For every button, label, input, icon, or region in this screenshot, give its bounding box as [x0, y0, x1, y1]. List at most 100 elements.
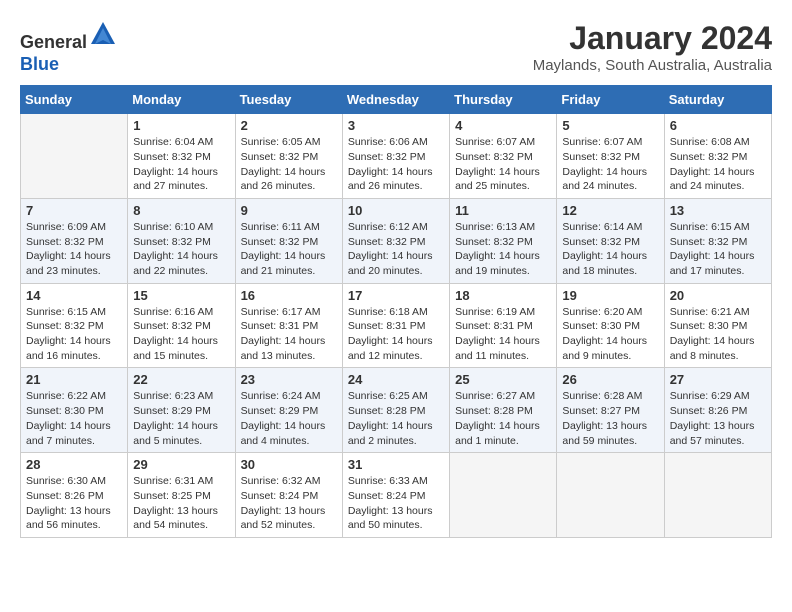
day-info: Sunrise: 6:28 AMSunset: 8:27 PMDaylight:… — [562, 389, 658, 448]
day-number: 25 — [455, 372, 551, 387]
day-number: 2 — [241, 118, 337, 133]
calendar-cell: 9 Sunrise: 6:11 AMSunset: 8:32 PMDayligh… — [235, 198, 342, 283]
calendar-week-5: 28 Sunrise: 6:30 AMSunset: 8:26 PMDaylig… — [21, 453, 772, 538]
day-info: Sunrise: 6:27 AMSunset: 8:28 PMDaylight:… — [455, 389, 551, 448]
day-number: 31 — [348, 457, 444, 472]
day-number: 10 — [348, 203, 444, 218]
calendar-cell: 18 Sunrise: 6:19 AMSunset: 8:31 PMDaylig… — [450, 283, 557, 368]
day-number: 21 — [26, 372, 122, 387]
calendar-cell: 13 Sunrise: 6:15 AMSunset: 8:32 PMDaylig… — [664, 198, 771, 283]
calendar-cell: 22 Sunrise: 6:23 AMSunset: 8:29 PMDaylig… — [128, 368, 235, 453]
day-number: 12 — [562, 203, 658, 218]
day-number: 9 — [241, 203, 337, 218]
calendar-cell: 15 Sunrise: 6:16 AMSunset: 8:32 PMDaylig… — [128, 283, 235, 368]
day-info: Sunrise: 6:19 AMSunset: 8:31 PMDaylight:… — [455, 305, 551, 364]
day-info: Sunrise: 6:09 AMSunset: 8:32 PMDaylight:… — [26, 220, 122, 279]
calendar-cell: 31 Sunrise: 6:33 AMSunset: 8:24 PMDaylig… — [342, 453, 449, 538]
calendar-cell: 23 Sunrise: 6:24 AMSunset: 8:29 PMDaylig… — [235, 368, 342, 453]
calendar-week-1: 1 Sunrise: 6:04 AMSunset: 8:32 PMDayligh… — [21, 114, 772, 199]
day-info: Sunrise: 6:06 AMSunset: 8:32 PMDaylight:… — [348, 135, 444, 194]
day-number: 7 — [26, 203, 122, 218]
calendar-cell: 30 Sunrise: 6:32 AMSunset: 8:24 PMDaylig… — [235, 453, 342, 538]
day-info: Sunrise: 6:31 AMSunset: 8:25 PMDaylight:… — [133, 474, 229, 533]
day-number: 17 — [348, 288, 444, 303]
logo-text: General Blue — [20, 20, 117, 75]
day-number: 22 — [133, 372, 229, 387]
day-number: 23 — [241, 372, 337, 387]
day-number: 11 — [455, 203, 551, 218]
logo: General Blue — [20, 20, 117, 75]
weekday-header-row: SundayMondayTuesdayWednesdayThursdayFrid… — [21, 86, 772, 114]
calendar-cell: 19 Sunrise: 6:20 AMSunset: 8:30 PMDaylig… — [557, 283, 664, 368]
day-number: 18 — [455, 288, 551, 303]
day-info: Sunrise: 6:23 AMSunset: 8:29 PMDaylight:… — [133, 389, 229, 448]
calendar-cell: 27 Sunrise: 6:29 AMSunset: 8:26 PMDaylig… — [664, 368, 771, 453]
day-info: Sunrise: 6:21 AMSunset: 8:30 PMDaylight:… — [670, 305, 766, 364]
calendar-body: 1 Sunrise: 6:04 AMSunset: 8:32 PMDayligh… — [21, 114, 772, 538]
calendar-cell: 7 Sunrise: 6:09 AMSunset: 8:32 PMDayligh… — [21, 198, 128, 283]
day-number: 15 — [133, 288, 229, 303]
day-info: Sunrise: 6:30 AMSunset: 8:26 PMDaylight:… — [26, 474, 122, 533]
day-info: Sunrise: 6:07 AMSunset: 8:32 PMDaylight:… — [562, 135, 658, 194]
calendar-cell: 11 Sunrise: 6:13 AMSunset: 8:32 PMDaylig… — [450, 198, 557, 283]
weekday-wednesday: Wednesday — [342, 86, 449, 114]
calendar-cell: 16 Sunrise: 6:17 AMSunset: 8:31 PMDaylig… — [235, 283, 342, 368]
day-info: Sunrise: 6:24 AMSunset: 8:29 PMDaylight:… — [241, 389, 337, 448]
day-info: Sunrise: 6:15 AMSunset: 8:32 PMDaylight:… — [670, 220, 766, 279]
day-info: Sunrise: 6:33 AMSunset: 8:24 PMDaylight:… — [348, 474, 444, 533]
day-info: Sunrise: 6:08 AMSunset: 8:32 PMDaylight:… — [670, 135, 766, 194]
day-number: 6 — [670, 118, 766, 133]
calendar-cell: 24 Sunrise: 6:25 AMSunset: 8:28 PMDaylig… — [342, 368, 449, 453]
calendar-table: SundayMondayTuesdayWednesdayThursdayFrid… — [20, 85, 772, 538]
calendar-cell — [557, 453, 664, 538]
day-number: 26 — [562, 372, 658, 387]
calendar-week-2: 7 Sunrise: 6:09 AMSunset: 8:32 PMDayligh… — [21, 198, 772, 283]
weekday-sunday: Sunday — [21, 86, 128, 114]
title-block: January 2024 Maylands, South Australia, … — [533, 20, 772, 74]
day-number: 30 — [241, 457, 337, 472]
calendar-cell: 25 Sunrise: 6:27 AMSunset: 8:28 PMDaylig… — [450, 368, 557, 453]
day-number: 5 — [562, 118, 658, 133]
calendar-cell: 8 Sunrise: 6:10 AMSunset: 8:32 PMDayligh… — [128, 198, 235, 283]
calendar-cell — [450, 453, 557, 538]
page-header: General Blue January 2024 Maylands, Sout… — [20, 20, 772, 75]
day-number: 28 — [26, 457, 122, 472]
calendar-cell: 6 Sunrise: 6:08 AMSunset: 8:32 PMDayligh… — [664, 114, 771, 199]
calendar-cell: 2 Sunrise: 6:05 AMSunset: 8:32 PMDayligh… — [235, 114, 342, 199]
logo-blue: Blue — [20, 54, 59, 74]
day-info: Sunrise: 6:04 AMSunset: 8:32 PMDaylight:… — [133, 135, 229, 194]
day-number: 13 — [670, 203, 766, 218]
day-info: Sunrise: 6:15 AMSunset: 8:32 PMDaylight:… — [26, 305, 122, 364]
day-info: Sunrise: 6:32 AMSunset: 8:24 PMDaylight:… — [241, 474, 337, 533]
weekday-saturday: Saturday — [664, 86, 771, 114]
calendar-cell — [664, 453, 771, 538]
calendar-cell: 26 Sunrise: 6:28 AMSunset: 8:27 PMDaylig… — [557, 368, 664, 453]
month-year: January 2024 — [533, 20, 772, 57]
day-number: 3 — [348, 118, 444, 133]
day-info: Sunrise: 6:11 AMSunset: 8:32 PMDaylight:… — [241, 220, 337, 279]
calendar-cell: 29 Sunrise: 6:31 AMSunset: 8:25 PMDaylig… — [128, 453, 235, 538]
location: Maylands, South Australia, Australia — [533, 57, 772, 74]
day-info: Sunrise: 6:10 AMSunset: 8:32 PMDaylight:… — [133, 220, 229, 279]
day-number: 1 — [133, 118, 229, 133]
day-info: Sunrise: 6:29 AMSunset: 8:26 PMDaylight:… — [670, 389, 766, 448]
day-number: 24 — [348, 372, 444, 387]
day-number: 19 — [562, 288, 658, 303]
weekday-monday: Monday — [128, 86, 235, 114]
day-info: Sunrise: 6:20 AMSunset: 8:30 PMDaylight:… — [562, 305, 658, 364]
calendar-cell: 12 Sunrise: 6:14 AMSunset: 8:32 PMDaylig… — [557, 198, 664, 283]
day-info: Sunrise: 6:12 AMSunset: 8:32 PMDaylight:… — [348, 220, 444, 279]
calendar-cell: 1 Sunrise: 6:04 AMSunset: 8:32 PMDayligh… — [128, 114, 235, 199]
calendar-cell: 14 Sunrise: 6:15 AMSunset: 8:32 PMDaylig… — [21, 283, 128, 368]
calendar-cell — [21, 114, 128, 199]
day-info: Sunrise: 6:17 AMSunset: 8:31 PMDaylight:… — [241, 305, 337, 364]
calendar-cell: 3 Sunrise: 6:06 AMSunset: 8:32 PMDayligh… — [342, 114, 449, 199]
day-info: Sunrise: 6:07 AMSunset: 8:32 PMDaylight:… — [455, 135, 551, 194]
weekday-friday: Friday — [557, 86, 664, 114]
day-info: Sunrise: 6:05 AMSunset: 8:32 PMDaylight:… — [241, 135, 337, 194]
calendar-cell: 17 Sunrise: 6:18 AMSunset: 8:31 PMDaylig… — [342, 283, 449, 368]
day-info: Sunrise: 6:13 AMSunset: 8:32 PMDaylight:… — [455, 220, 551, 279]
weekday-tuesday: Tuesday — [235, 86, 342, 114]
calendar-week-4: 21 Sunrise: 6:22 AMSunset: 8:30 PMDaylig… — [21, 368, 772, 453]
day-number: 16 — [241, 288, 337, 303]
